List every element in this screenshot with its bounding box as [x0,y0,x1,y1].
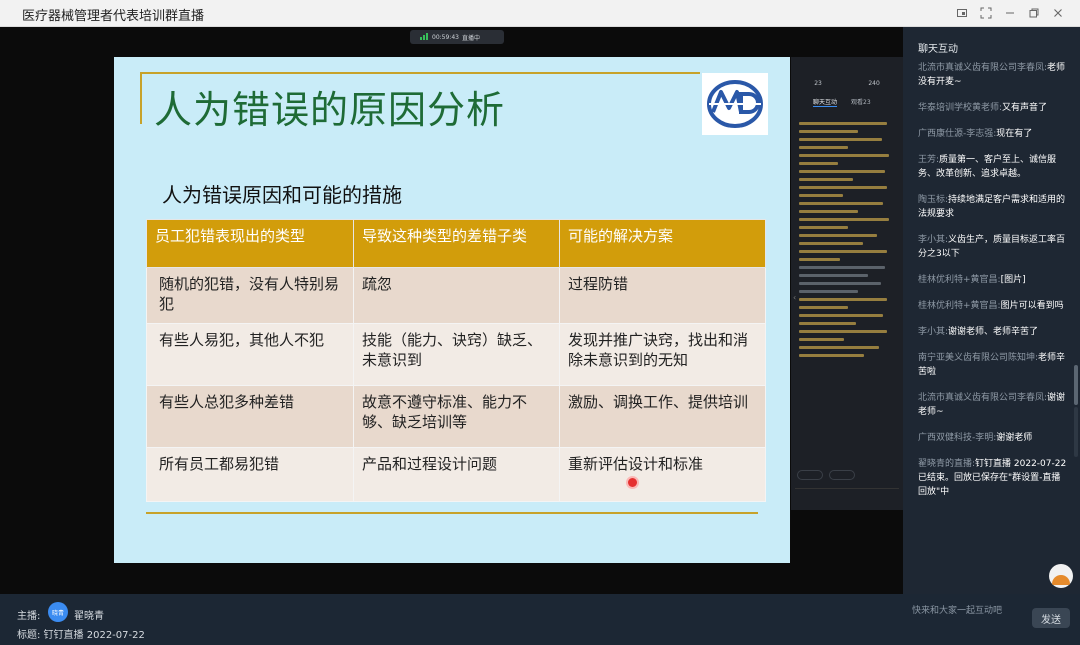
host-info-bar: 主播: 晓青 翟晓青 标题: 钉钉直播 2022-07-22 [0,594,903,645]
chat-message: 华泰培训学校黄老师:又有声音了 [918,101,1068,115]
table-cell: 重新评估设计和标准 [559,447,766,502]
table-cell: 故意不遵守标准、能力不够、缺乏培训等 [353,385,560,448]
chat-text: 谢谢老师、老师辛苦了 [948,327,1039,337]
chat-text: [图片] [1000,275,1026,285]
chat-sender: 桂林优利特+黄官昌: [918,275,1001,285]
chat-message: 广西康仕源-李志强:现在有了 [918,127,1068,141]
chat-message: 王芳:质量第一、客户至上、诚信服务、改革创新、追求卓越。 [918,153,1068,181]
chat-sender: 李小其: [918,327,949,337]
chat-message: 北流市真诚义齿有限公司李春凤:谢谢老师~ [918,391,1068,419]
table-cell: 过程防错 [559,267,766,324]
chat-sender: 华泰培训学校黄老师: [918,103,1003,113]
chat-sender: 陶玉标: [918,195,949,205]
chat-sender: 桂林优利特+黄官昌: [918,301,1001,311]
chat-scrollbar-track [1074,407,1078,457]
causes-table: 员工犯错表现出的类型 导致这种类型的差错子类 可能的解决方案 随机的犯错，没有人… [146,219,766,502]
table-cell: 有些人易犯，其他人不犯 [146,323,354,386]
send-button[interactable]: 发送 [1032,608,1070,628]
chat-message: 翟晓青的直播:钉钉直播 2022-07-22 已结束。回放已保存在"群设置-直播… [918,457,1068,499]
table-row: 有些人易犯，其他人不犯 技能（能力、诀窍）缺乏、未意识到 发现并推广诀窍，找出和… [146,323,766,386]
live-badge-icon[interactable] [1049,564,1073,588]
fullscreen-icon[interactable] [974,3,998,23]
mini-stats: 23 240 [791,57,903,87]
chat-message: 桂林优利特+黄官昌:[图片] [918,273,1068,287]
window-titlebar: 医疗器械管理者代表培训群直播 [0,0,1080,27]
mini-tabs: 聊天互动 观看23 [791,87,903,107]
table-cell: 所有员工都易犯错 [146,447,354,502]
avatar[interactable]: 晓青 [48,602,68,622]
mini-stat-value: 23 [814,80,822,87]
shared-screen-chat-panel: 23 240 聊天互动 观看23 [791,57,903,510]
close-icon[interactable] [1046,3,1070,23]
table-header: 员工犯错表现出的类型 [146,219,354,268]
chat-text: 图片可以看到吗 [1000,301,1064,311]
slide-subtitle: 人为错误原因和可能的措施 [162,183,402,207]
restore-icon[interactable] [1022,3,1046,23]
stream-status-text: 直播中 [461,34,480,42]
mini-chat-lines [791,107,903,357]
mini-stat-value: 240 [868,80,880,87]
host-label: 主播: [17,611,41,622]
chat-text: 质量第一、客户至上、诚信服务、改革创新、追求卓越。 [918,155,1057,179]
chat-message: 李小其:谢谢老师、老师辛苦了 [918,325,1068,339]
table-header: 导致这种类型的差错子类 [353,219,560,268]
stream-subject: 标题: 钉钉直播 2022-07-22 [17,630,145,641]
chat-text: 又有声音了 [1002,103,1048,113]
table-row: 有些人总犯多种差错 故意不遵守标准、能力不够、缺乏培训等 激励、调换工作、提供培… [146,385,766,448]
slide-top-rule [140,72,700,74]
table-cell: 发现并推广诀窍，找出和消除未意识到的无知 [559,323,766,386]
slide-title: 人为错误的原因分析 [154,88,506,132]
table-header: 可能的解决方案 [559,219,766,268]
table-cell: 技能（能力、诀窍）缺乏、未意识到 [353,323,560,386]
mini-input [795,488,899,502]
chat-sender: 北流市真诚义齿有限公司李春凤: [918,63,1048,73]
chat-message: 北流市真诚义齿有限公司李春凤:老师没有开麦~ [918,61,1068,89]
slide-bottom-rule [146,512,758,514]
table-cell: 产品和过程设计问题 [353,447,560,502]
chat-sender: 翟晓青的直播: [918,459,976,469]
laser-pointer [628,478,637,487]
collapse-chevron-icon[interactable]: ‹ [793,293,799,307]
chat-sender: 南宁亚美义齿有限公司陈知坤: [918,353,1039,363]
table-header-row: 员工犯错表现出的类型 导致这种类型的差错子类 可能的解决方案 [146,219,766,268]
chat-sender: 广西康仕源-李志强: [918,129,997,139]
company-logo [702,73,768,135]
mini-tab-viewers: 观看23 [851,99,871,106]
table-cell: 有些人总犯多种差错 [146,385,354,448]
stream-timer: 00:59:43 [432,33,459,41]
window-title: 医疗器械管理者代表培训群直播 [22,9,205,24]
chat-message: 陶玉标:持续地满足客户需求和适用的法规要求 [918,193,1068,221]
chat-sender: 王芳: [918,155,940,165]
chat-scrollbar[interactable] [1074,365,1078,405]
presentation-slide: 人为错误的原因分析 人为错误原因和可能的措施 员工犯错表现出的类型 导致这种类型… [114,57,790,563]
table-cell: 激励、调换工作、提供培训 [559,385,766,448]
chat-message: 南宁亚美义齿有限公司陈知坤:老师辛苦啦 [918,351,1068,379]
chat-panel-title: 聊天互动 [918,44,958,55]
chat-message: 李小其:义齿生产，质量目标返工率百分之3以下 [918,233,1068,261]
chat-message-list[interactable]: 北流市真诚义齿有限公司李春凤:老师没有开麦~ 华泰培训学校黄老师:又有声音了 广… [918,61,1068,511]
slide-left-rule [140,72,142,124]
network-status-pill: 00:59:43 直播中 [410,30,504,44]
chat-message: 广西双健科技-李明:谢谢老师 [918,431,1068,445]
chat-input[interactable]: 快来和大家一起互动吧 [912,603,1002,616]
chat-sender: 李小其: [918,235,949,245]
table-cell: 随机的犯错，没有人特别易犯 [146,267,354,324]
minimize-icon[interactable] [998,3,1022,23]
chat-text: 谢谢老师 [996,433,1033,443]
chat-sender: 广西双健科技-李明: [918,433,997,443]
signal-icon [420,32,429,42]
host-name: 翟晓青 [74,611,104,622]
table-cell: 疏忽 [353,267,560,324]
chat-panel: 聊天互动 北流市真诚义齿有限公司李春凤:老师没有开麦~ 华泰培训学校黄老师:又有… [903,27,1080,594]
window-controls [950,3,1070,23]
chat-message: 桂林优利特+黄官昌:图片可以看到吗 [918,299,1068,313]
table-row: 所有员工都易犯错 产品和过程设计问题 重新评估设计和标准 [146,447,766,502]
chat-text: 现在有了 [996,129,1033,139]
table-row: 随机的犯错，没有人特别易犯 疏忽 过程防错 [146,267,766,324]
chat-input-bar: 快来和大家一起互动吧 发送 [903,594,1080,645]
mini-chips [797,470,855,480]
mini-tab-chat: 聊天互动 [813,99,838,107]
chat-sender: 北流市真诚义齿有限公司李春凤: [918,393,1048,403]
pin-icon[interactable] [950,3,974,23]
